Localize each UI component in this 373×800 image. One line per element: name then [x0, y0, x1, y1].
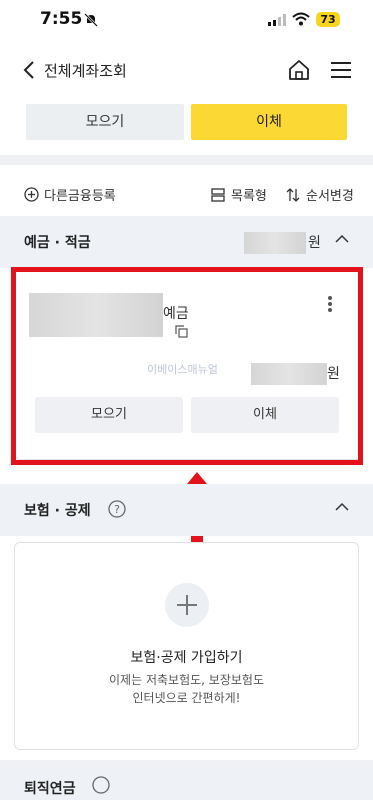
insurance-signup-card[interactable]: 보험·공제 가입하기 이제는 저축보험도, 보장보험도 인터넷으로 간편하게!: [14, 542, 359, 750]
transfer-button[interactable]: 이체: [191, 104, 347, 140]
gather-button[interactable]: 모으기: [26, 104, 184, 140]
list-view-label: 목록형: [231, 189, 267, 204]
status-time: 7:55: [40, 9, 83, 29]
deposit-total-masked: [244, 232, 306, 254]
plus-button[interactable]: [165, 583, 209, 627]
muted-bell-icon: [84, 13, 98, 27]
page-title: 전체계좌조회: [44, 62, 127, 80]
pension-section-header[interactable]: 퇴직연금: [0, 770, 373, 800]
account-toolbar: 다른금융등록 목록형 순서변경: [0, 182, 373, 206]
reorder-label: 순서변경: [306, 189, 354, 204]
help-question-icon[interactable]: ?: [108, 500, 126, 518]
insurance-signup-title: 보험·공제 가입하기: [130, 650, 243, 666]
hamburger-menu-icon[interactable]: [330, 60, 352, 80]
insurance-section-header[interactable]: 보험 · 공제 ?: [0, 484, 373, 536]
battery-indicator: 73: [316, 12, 340, 27]
status-bar: 7:55 73: [0, 0, 373, 44]
help-question-icon[interactable]: [92, 776, 110, 794]
pension-section-title: 퇴직연금: [24, 781, 76, 797]
plus-circle-icon: [24, 187, 39, 202]
insurance-signup-desc-2: 인터넷으로 간편하게!: [132, 691, 241, 705]
deposit-section-title: 예금 · 적금: [24, 235, 91, 251]
chevron-up-icon[interactable]: [335, 502, 349, 512]
insurance-section-title: 보험 · 공제: [24, 503, 91, 519]
list-view-button[interactable]: 목록형: [211, 185, 267, 204]
highlight-frame: [11, 267, 363, 465]
add-other-finance-button[interactable]: 다른금융등록: [24, 185, 116, 204]
deposit-section-header[interactable]: 예금 · 적금 원: [0, 216, 373, 268]
deposit-total-currency: 원: [308, 235, 321, 251]
svg-text:?: ?: [114, 503, 120, 516]
chevron-up-icon[interactable]: [335, 234, 349, 244]
section-divider: [0, 155, 373, 165]
list-view-icon: [211, 187, 225, 202]
plus-icon: [177, 595, 197, 615]
home-icon[interactable]: [287, 58, 311, 82]
app-header: 전체계좌조회: [0, 50, 373, 90]
section-divider: [0, 760, 373, 770]
add-other-finance-label: 다른금융등록: [44, 189, 116, 204]
back-arrow-icon[interactable]: [20, 58, 40, 82]
signal-icon: [268, 14, 286, 26]
wifi-icon: [292, 12, 310, 26]
reorder-button[interactable]: 순서변경: [286, 185, 354, 204]
insurance-signup-desc-1: 이제는 저축보험도, 보장보험도: [109, 673, 264, 687]
sort-arrows-icon: [286, 187, 300, 202]
